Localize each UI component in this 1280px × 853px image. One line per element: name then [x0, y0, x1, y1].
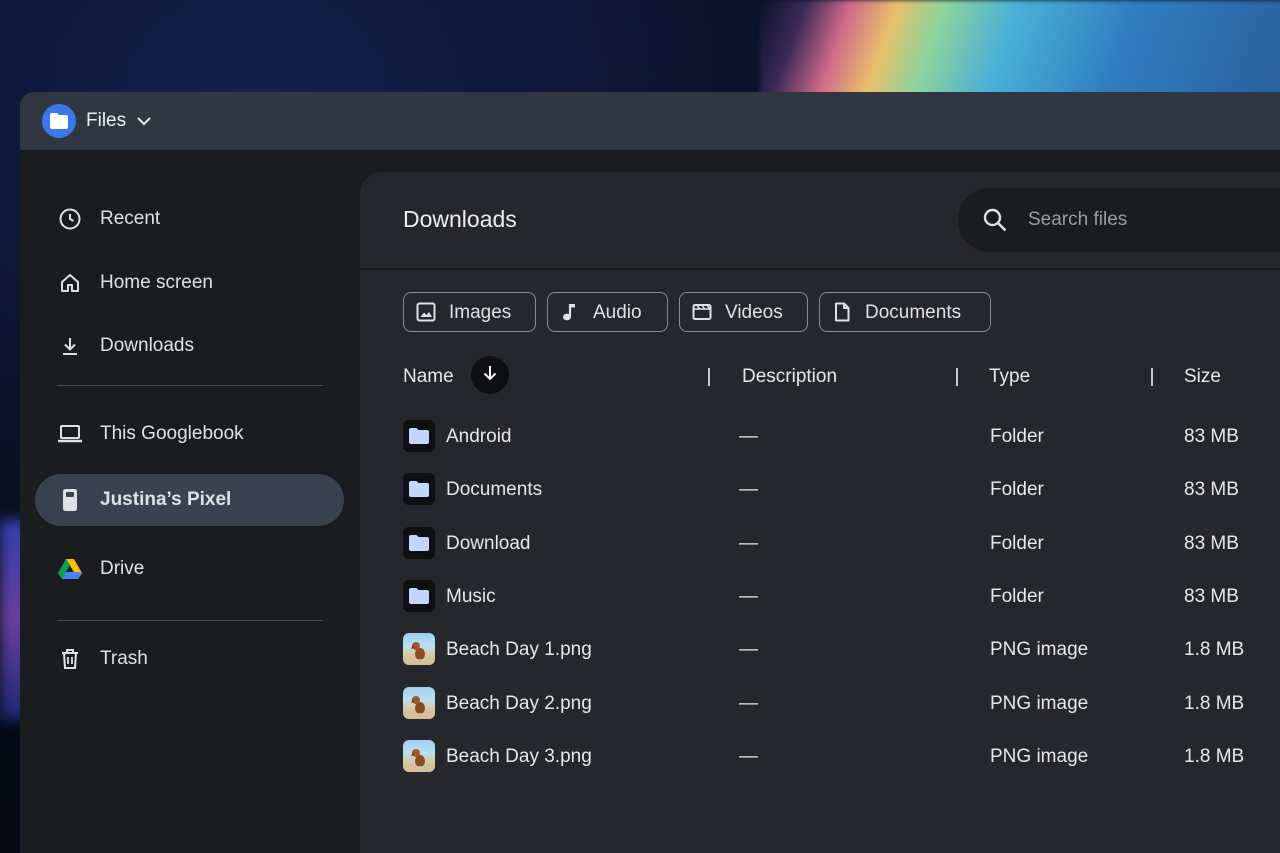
trash-icon — [57, 646, 83, 672]
sidebar-item-home-screen[interactable]: Home screen — [35, 257, 344, 309]
column-resize-handle[interactable] — [708, 368, 710, 386]
file-type: PNG image — [990, 692, 1089, 714]
search-icon[interactable] — [982, 207, 1008, 238]
sidebar-item-label: Home screen — [100, 272, 213, 293]
sidebar-item-label: Downloads — [100, 335, 194, 356]
image-thumbnail — [403, 633, 435, 666]
file-description: — — [739, 426, 758, 447]
table-row[interactable]: Beach Day 3.png — PNG image 1.8 MB — [360, 731, 1280, 784]
file-name: Download — [446, 532, 531, 554]
file-description: — — [739, 479, 758, 501]
folder-icon — [403, 420, 435, 452]
table-row[interactable]: Download — Folder 83 MB — [360, 518, 1280, 571]
file-type: Folder — [990, 426, 1044, 447]
chip-label: Images — [449, 302, 512, 323]
column-resize-handle[interactable] — [1151, 368, 1153, 386]
page-title: Downloads — [403, 206, 517, 232]
file-description: — — [739, 532, 758, 554]
file-name: Music — [446, 585, 496, 607]
filter-chip-images[interactable]: Images — [403, 292, 536, 332]
main-header: Downloads — [360, 172, 1280, 270]
file-size: 1.8 MB — [1184, 745, 1245, 767]
file-type: PNG image — [990, 639, 1089, 661]
chip-label: Documents — [865, 302, 962, 323]
file-size: 1.8 MB — [1184, 639, 1245, 661]
image-icon — [416, 302, 436, 322]
home-icon — [57, 270, 83, 296]
file-name: Documents — [446, 479, 543, 501]
table-row[interactable]: Beach Day 1.png — PNG image 1.8 MB — [360, 624, 1280, 677]
file-name: Beach Day 1.png — [446, 639, 592, 661]
file-description: — — [739, 692, 758, 714]
drive-icon — [57, 556, 83, 582]
filter-chip-audio[interactable]: Audio — [547, 292, 668, 332]
document-icon — [832, 302, 852, 322]
folder-icon — [403, 473, 435, 506]
sidebar-item-this-googlebook[interactable]: This Googlebook — [35, 408, 344, 460]
file-name: Beach Day 2.png — [446, 692, 592, 714]
file-size: 1.8 MB — [1184, 692, 1245, 714]
file-name: Android — [446, 426, 512, 447]
laptop-icon — [57, 421, 83, 447]
sidebar-item-label: Trash — [100, 648, 148, 669]
sidebar-item-downloads[interactable]: Downloads — [35, 320, 344, 372]
download-icon — [57, 333, 83, 359]
filter-chip-videos[interactable]: Videos — [679, 292, 808, 332]
files-app-icon[interactable] — [42, 104, 76, 138]
file-description: — — [739, 745, 758, 767]
sidebar-item-label: Justina’s Pixel — [100, 489, 232, 510]
folder-icon — [403, 526, 435, 559]
sidebar-item-label: Recent — [100, 208, 161, 229]
clock-icon — [57, 206, 83, 232]
image-thumbnail — [403, 739, 435, 772]
chevron-down-icon[interactable] — [136, 116, 152, 126]
main-panel: Downloads Images Audio Videos — [360, 172, 1280, 853]
files-window: Files Recent Home screen Downloads This … — [20, 92, 1280, 853]
file-description: — — [739, 639, 758, 661]
table-row[interactable]: Android — Folder 83 MB — [360, 411, 1280, 464]
sidebar-item-label: This Googlebook — [100, 423, 244, 444]
table-row[interactable]: Documents — Folder 83 MB — [360, 464, 1280, 517]
video-icon — [692, 302, 712, 322]
table-row[interactable]: Beach Day 2.png — PNG image 1.8 MB — [360, 678, 1280, 731]
sidebar-item-label: Drive — [100, 558, 145, 579]
sidebar-item-drive[interactable]: Drive — [35, 543, 344, 595]
file-size: 83 MB — [1184, 426, 1239, 447]
sort-descending-button[interactable] — [471, 356, 509, 394]
folder-icon — [403, 579, 435, 612]
sidebar-item-recent[interactable]: Recent — [35, 193, 344, 245]
file-description: — — [739, 585, 758, 607]
search-box[interactable] — [958, 188, 1280, 252]
column-resize-handle[interactable] — [956, 368, 958, 386]
sidebar: Recent Home screen Downloads This Google… — [20, 150, 360, 853]
file-type: Folder — [990, 585, 1044, 607]
table-row[interactable]: Music — Folder 83 MB — [360, 571, 1280, 624]
sidebar-divider — [57, 385, 323, 386]
sidebar-item-trash[interactable]: Trash — [35, 633, 344, 685]
chip-label: Audio — [593, 302, 642, 323]
file-size: 83 MB — [1184, 532, 1239, 554]
phone-icon — [57, 487, 83, 513]
sidebar-divider — [57, 620, 323, 621]
search-input[interactable] — [1026, 208, 1280, 232]
file-type: Folder — [990, 479, 1044, 501]
file-name: Beach Day 3.png — [446, 745, 592, 767]
file-size: 83 MB — [1184, 479, 1239, 501]
title-bar: Files — [20, 92, 1280, 150]
image-thumbnail — [403, 686, 435, 719]
file-size: 83 MB — [1184, 585, 1239, 607]
app-title[interactable]: Files — [86, 110, 126, 132]
chip-label: Videos — [725, 302, 783, 323]
file-type: PNG image — [990, 745, 1089, 767]
sidebar-item-justinas-pixel[interactable]: Justina’s Pixel — [35, 474, 344, 526]
column-header-size[interactable]: Size — [1184, 366, 1221, 388]
filter-chip-documents[interactable]: Documents — [819, 292, 991, 332]
column-header-description[interactable]: Description — [742, 366, 837, 388]
file-type: Folder — [990, 532, 1044, 554]
music-note-icon — [560, 302, 580, 322]
column-header-type[interactable]: Type — [989, 366, 1030, 388]
arrow-down-icon — [481, 364, 499, 387]
column-header-name[interactable]: Name — [403, 366, 454, 388]
